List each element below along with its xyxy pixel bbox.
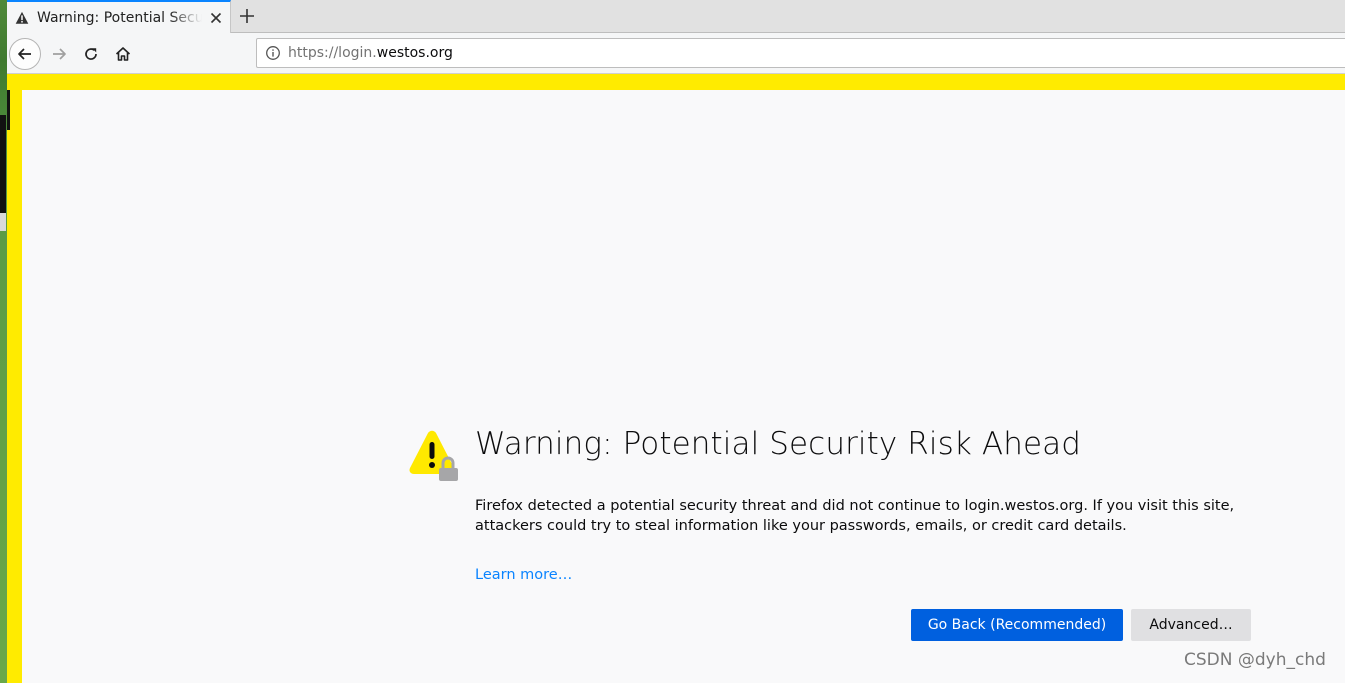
home-button[interactable] (107, 38, 139, 70)
reload-button[interactable] (75, 38, 107, 70)
screen: Warning: Potential Security Risk Ahead (0, 0, 1345, 683)
back-button[interactable] (9, 38, 41, 70)
page-title: Warning: Potential Security Risk Ahead (475, 426, 1081, 462)
learn-more-link[interactable]: Learn more… (475, 567, 572, 583)
arrow-right-icon (53, 48, 66, 60)
tab-title: Warning: Potential Security Risk Ahead (37, 10, 202, 26)
close-icon[interactable] (208, 10, 224, 26)
tab-security-warning[interactable]: Warning: Potential Security Risk Ahead (7, 0, 231, 34)
warning-icon (15, 11, 29, 24)
tab-strip: Warning: Potential Security Risk Ahead (7, 0, 1345, 34)
new-tab-icon[interactable] (238, 7, 256, 25)
warning-description: Firefox detected a potential security th… (475, 498, 1235, 534)
url-text: https://login.westos.org (288, 45, 453, 61)
page-content: Warning: Potential Security Risk Ahead F… (7, 74, 1345, 683)
warning-lock-icon (409, 430, 458, 481)
arrow-left-icon (18, 48, 31, 60)
go-back-button[interactable]: Go Back (Recommended) (911, 609, 1123, 641)
info-icon[interactable] (265, 45, 281, 61)
forward-button[interactable] (43, 38, 75, 70)
url-prefix: https://login. (288, 45, 377, 61)
home-icon (115, 47, 131, 61)
url-host: westos.org (376, 45, 453, 61)
reload-icon (85, 48, 97, 60)
advanced-button[interactable]: Advanced… (1131, 609, 1251, 641)
url-bar[interactable]: https://login.westos.org (256, 38, 1345, 68)
desktop-edge (0, 0, 7, 683)
nav-bar: https://login.westos.org (7, 33, 1345, 74)
watermark: CSDN @dyh_chd (1184, 650, 1326, 670)
